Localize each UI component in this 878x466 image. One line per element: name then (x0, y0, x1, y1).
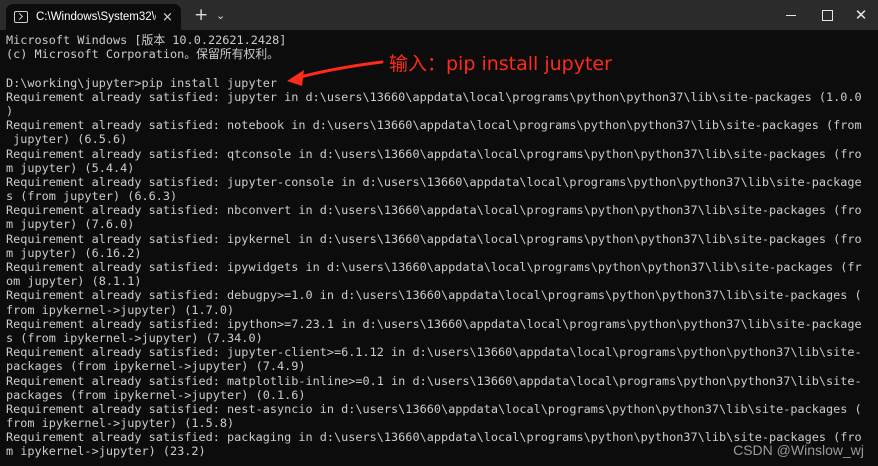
annotation-text: 输入：pip install jupyter (389, 53, 612, 75)
watermark: CSDN @Winslow_wj (733, 442, 864, 458)
